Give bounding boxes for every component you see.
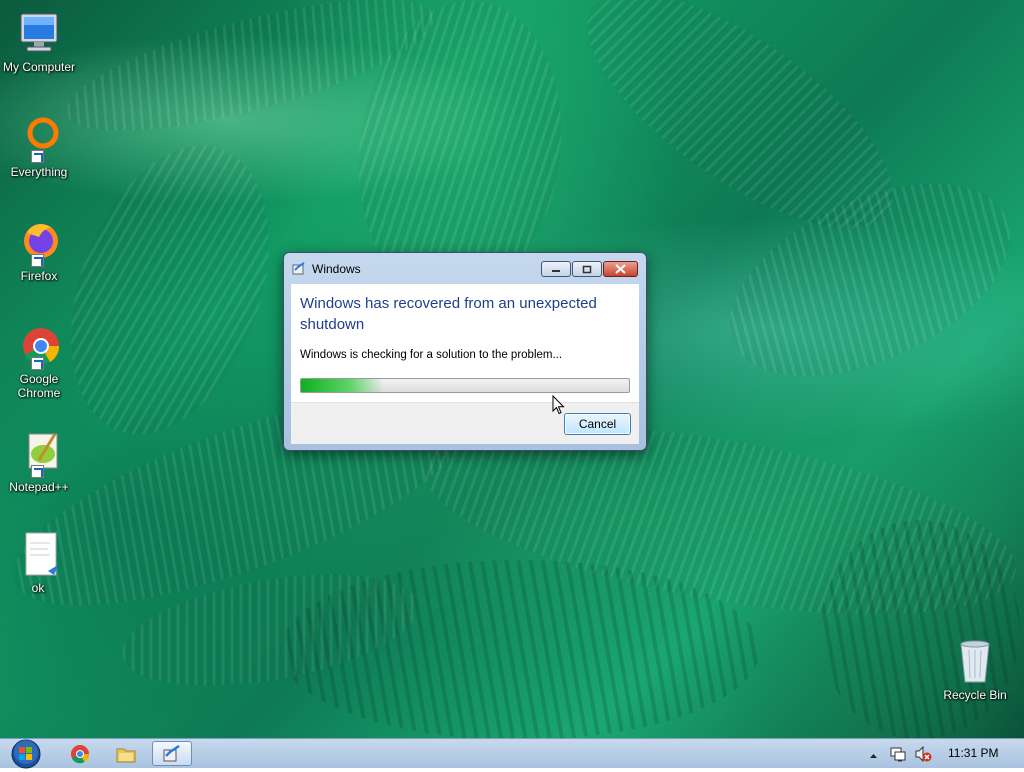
desktop-icon-label: Everything [10, 165, 68, 179]
desktop-icon-everything[interactable]: Everything [0, 115, 79, 179]
taskbar-clock[interactable]: 11:31 PM [948, 746, 998, 760]
shortcut-arrow-icon [31, 357, 44, 370]
desktop-icon-firefox[interactable]: Firefox [0, 219, 79, 283]
minimize-icon [552, 270, 560, 272]
explorer-icon [116, 748, 136, 762]
dialog-heading: Windows has recovered from an unexpected… [300, 295, 597, 333]
progress-bar [300, 378, 630, 393]
minimize-button[interactable] [541, 261, 571, 277]
desktop-icon-label: ok [31, 581, 45, 595]
problem-reports-icon [163, 744, 180, 761]
network-icon[interactable] [890, 746, 906, 765]
notepadpp-icon [15, 430, 63, 478]
firefox-icon [15, 219, 63, 267]
desktop-icon-label: Google Chrome [17, 372, 61, 400]
taskbar: 11:31 PM [0, 738, 1024, 769]
dialog-content: Windows has recovered from an unexpected… [291, 284, 639, 402]
show-hidden-icon[interactable] [869, 749, 878, 763]
progress-bar-fill [301, 379, 383, 392]
desktop-icon-ok[interactable]: ok [0, 531, 78, 595]
volume-muted-icon[interactable] [914, 745, 932, 765]
taskbar-chrome[interactable] [60, 741, 100, 766]
dialog-message: Windows is checking for a solution to th… [300, 349, 563, 361]
desktop-icon-label: My Computer [2, 60, 76, 74]
start-button[interactable] [4, 739, 44, 769]
maximize-icon [582, 265, 592, 273]
problem-reports-icon [292, 262, 306, 276]
recovery-dialog: Windows Windows has recovered from an un… [283, 252, 647, 451]
recycle-bin-icon [951, 638, 999, 686]
close-button[interactable] [603, 261, 638, 277]
dialog-titlebar[interactable]: Windows [284, 253, 646, 283]
mouse-cursor-icon [552, 394, 565, 418]
shortcut-arrow-icon [31, 150, 44, 163]
everything-icon [15, 115, 63, 163]
desktop-icon-recycle-bin[interactable]: Recycle Bin [935, 638, 1015, 702]
desktop-icon-label: Recycle Bin [943, 688, 1007, 702]
wallpaper-leaf [820, 520, 1020, 738]
dialog-footer: Cancel [291, 402, 639, 444]
taskbar-explorer[interactable] [106, 741, 146, 766]
dialog-title: Windows [312, 262, 361, 276]
desktop-icon-google-chrome[interactable]: Google Chrome [0, 322, 79, 400]
shortcut-arrow-icon [31, 465, 44, 478]
taskbar-problem-reports[interactable] [152, 741, 192, 766]
computer-icon [15, 10, 63, 58]
chrome-icon [15, 322, 63, 370]
close-icon [615, 264, 626, 274]
desktop-icon-label: Firefox [20, 269, 58, 283]
desktop-icon-notepadpp[interactable]: Notepad++ [0, 430, 79, 494]
maximize-button[interactable] [572, 261, 602, 277]
desktop-icon-label: Notepad++ [9, 480, 69, 494]
cancel-button[interactable]: Cancel [564, 413, 631, 435]
start-orb-icon [11, 739, 41, 769]
chrome-icon [71, 744, 90, 763]
document-icon [14, 531, 62, 579]
desktop-icon-my-computer[interactable]: My Computer [0, 10, 79, 74]
shortcut-arrow-icon [31, 254, 44, 267]
